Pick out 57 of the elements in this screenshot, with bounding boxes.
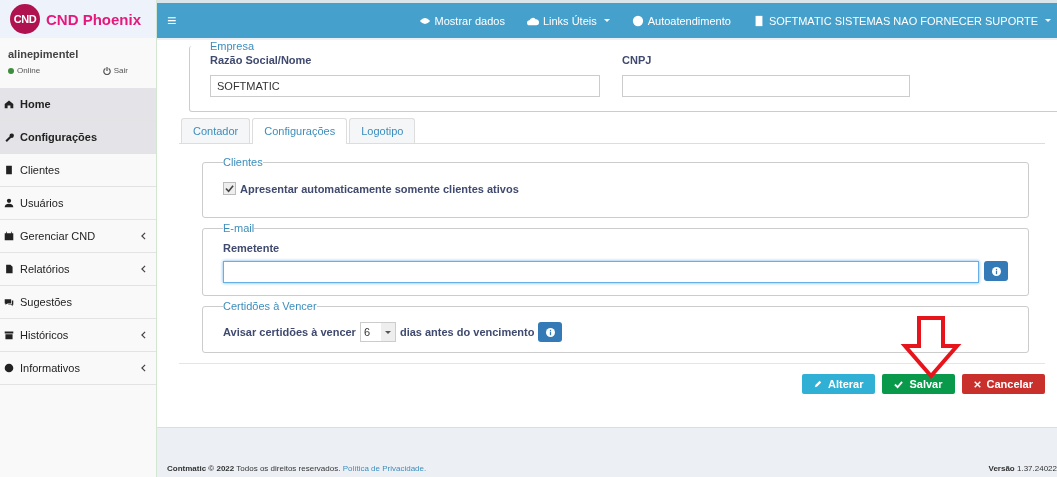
sidebar-item[interactable]: Home [0, 88, 156, 121]
checkbox[interactable] [223, 182, 236, 195]
footer-text: Contmatic © 2022 Todos os direitos reservados. Política de Privacidade. [167, 464, 427, 473]
sidebar-item[interactable]: Relatórios [0, 253, 156, 286]
sidebar-item[interactable]: Históricos [0, 319, 156, 352]
section-legend: Empresa [210, 40, 255, 52]
field-label: Avisar certidões à vencer [223, 326, 356, 338]
section-legend: Clientes [223, 156, 263, 168]
document-icon [4, 264, 14, 274]
logout-link[interactable]: Sair [102, 66, 148, 75]
pencil-icon [814, 380, 822, 388]
version-text: Versão 1.37.24022 [988, 464, 1057, 473]
days-select[interactable]: 6 [359, 322, 396, 342]
chevron-icon [141, 265, 146, 273]
power-icon [102, 66, 111, 75]
action-button[interactable]: Salvar [882, 374, 955, 394]
chevron-icon [141, 232, 146, 240]
sidebar-item[interactable]: Configurações [0, 121, 156, 154]
info-button[interactable] [538, 322, 563, 342]
home-icon [4, 99, 14, 109]
section-legend: E-mail [223, 222, 255, 234]
check-icon [225, 184, 234, 193]
action-button[interactable]: Cancelar [961, 374, 1045, 394]
caret-icon [384, 330, 391, 334]
sidebar-item[interactable]: Sugestões [0, 286, 156, 319]
chat-icon [4, 297, 14, 307]
caret-icon [603, 19, 610, 22]
check-icon [894, 379, 904, 389]
app-name: CND Phoenix [46, 10, 141, 28]
field-label: Remetente [223, 242, 281, 254]
input-field[interactable]: SOFTMATIC [210, 75, 600, 97]
field-label: dias antes do vencimento [399, 326, 535, 338]
sidebar-item[interactable]: Usuários [0, 187, 156, 220]
tab[interactable]: Logotipo [349, 118, 416, 143]
chevron-icon [141, 331, 146, 339]
sidebar-item[interactable]: Clientes [0, 154, 156, 187]
caret-icon [1045, 19, 1051, 22]
sidebar-item[interactable]: Gerenciar CND [0, 220, 156, 253]
online-status: Online [8, 66, 41, 75]
checkbox-label: Apresentar automaticamente somente clientes ativos [240, 182, 519, 195]
logo: CND [10, 4, 40, 34]
section-legend: Certidões à Vencer [223, 300, 317, 312]
tab[interactable]: Contador [181, 118, 251, 143]
field-label: CNPJ [622, 54, 653, 66]
tab[interactable]: Configurações [252, 118, 348, 144]
field-label: Razão Social/Nome [210, 54, 313, 66]
info-button[interactable] [984, 261, 1008, 281]
sender-field[interactable] [223, 261, 979, 283]
close-icon [973, 380, 981, 388]
user-icon [4, 198, 14, 208]
sidebar-item[interactable]: Informativos [0, 352, 156, 385]
user-name: alinepimentel [8, 48, 80, 60]
archive-icon [4, 330, 14, 340]
chevron-icon [141, 364, 146, 372]
wrench-icon [4, 132, 14, 142]
input-field[interactable] [622, 75, 910, 97]
calendar-icon [4, 231, 14, 241]
